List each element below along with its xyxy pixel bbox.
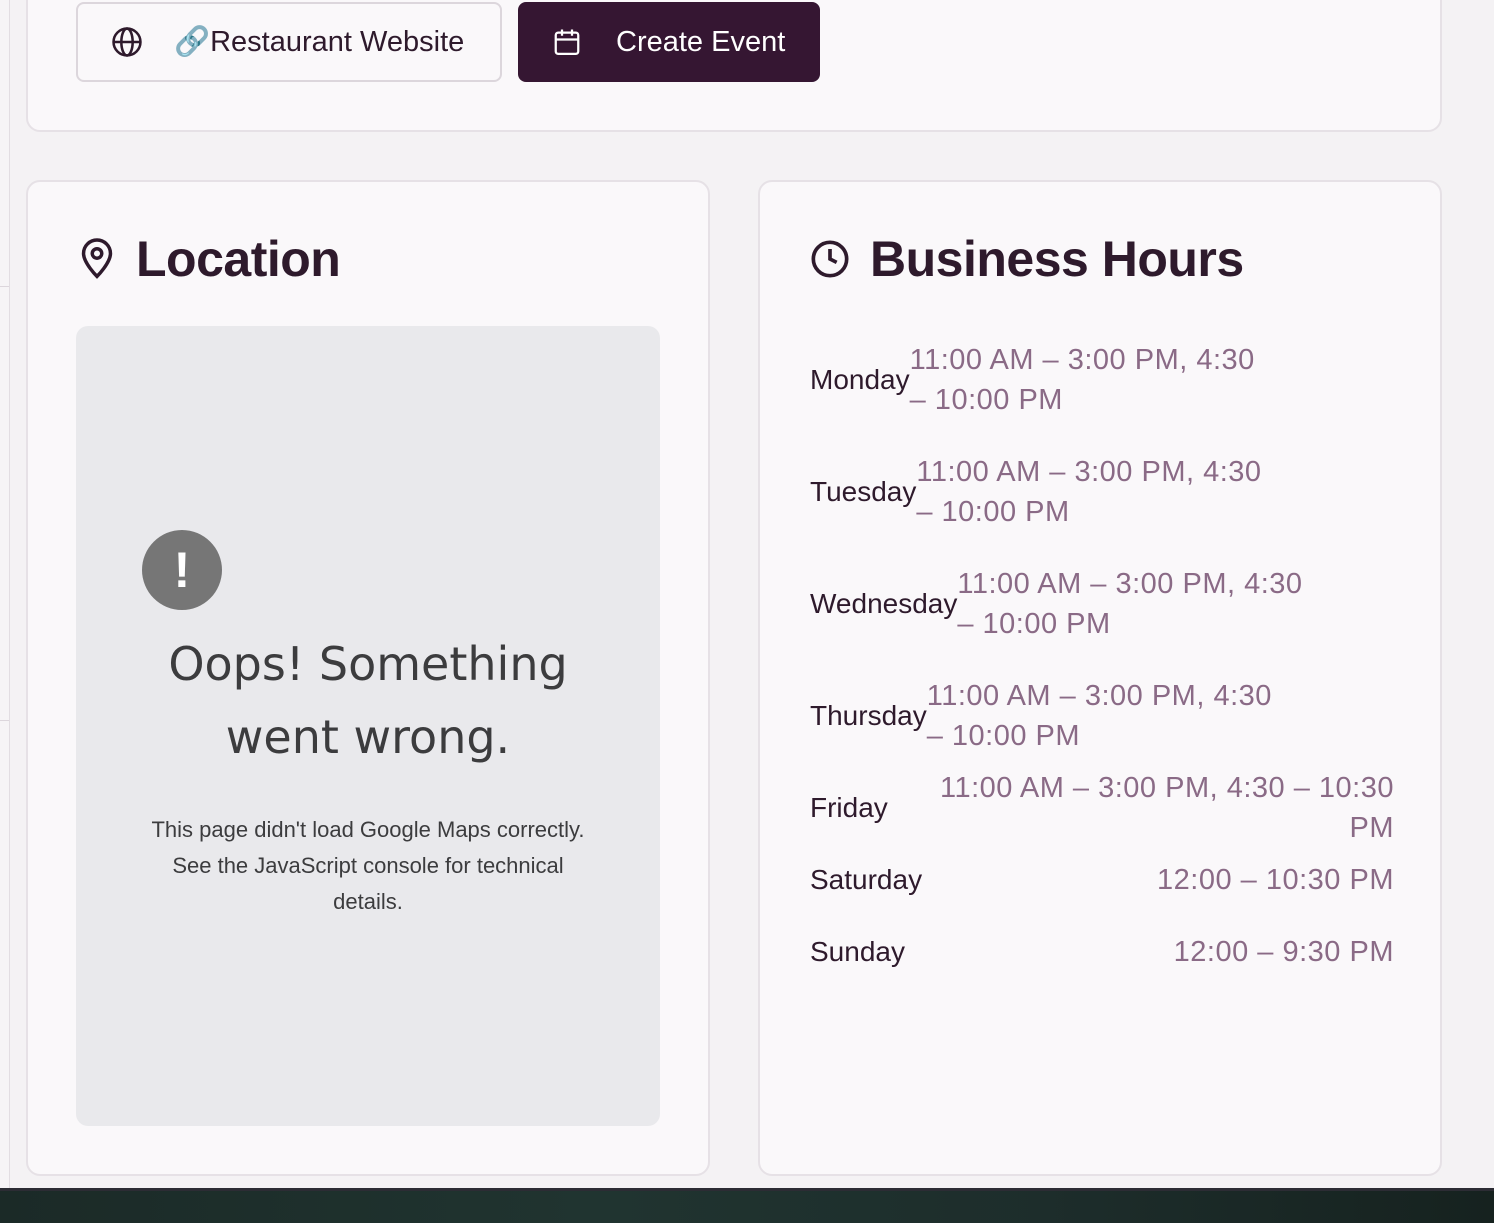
- create-event-button[interactable]: Create Event: [518, 2, 820, 82]
- hours-row-wednesday: Wednesday 11:00 AM – 3:00 PM, 4:30 – 10:…: [810, 564, 1394, 644]
- hours-row-monday: Monday 11:00 AM – 3:00 PM, 4:30 – 10:00 …: [810, 340, 1394, 420]
- map-embed[interactable]: ! Oops! Something went wrong. This page …: [76, 326, 660, 1126]
- globe-icon: [112, 27, 142, 57]
- time-range: 11:00 AM – 3:00 PM, 4:30 – 10:00 PM: [957, 568, 1303, 640]
- exclamation-icon: !: [142, 530, 222, 610]
- footer-strip: [0, 1188, 1494, 1223]
- hours-row-saturday: Saturday 12:00 – 10:30 PM: [810, 860, 1394, 900]
- day-label: Sunday: [810, 936, 905, 967]
- map-pin-icon: [81, 238, 113, 279]
- hours-row-friday: Friday 11:00 AM – 3:00 PM, 4:30 – 10:30 …: [810, 772, 1394, 844]
- business-hours-card: Business Hours Monday 11:00 AM – 3:00 PM…: [758, 180, 1442, 1176]
- rail-divider: [0, 286, 9, 287]
- hours-list: Monday 11:00 AM – 3:00 PM, 4:30 – 10:00 …: [810, 340, 1394, 1004]
- day-label: Tuesday: [810, 476, 917, 507]
- restaurant-website-button[interactable]: 🔗Restaurant Website: [76, 2, 502, 82]
- time-range: 11:00 AM – 3:00 PM, 4:30 – 10:00 PM: [909, 344, 1255, 416]
- rail-divider: [0, 720, 9, 721]
- day-label: Monday: [810, 364, 910, 395]
- map-error-message: This page didn't load Google Maps correc…: [151, 817, 585, 914]
- location-heading: Location: [78, 230, 341, 288]
- create-event-label: Create Event: [616, 25, 786, 58]
- restaurant-website-label: 🔗Restaurant Website: [174, 26, 465, 58]
- hours-row-thursday: Thursday 11:00 AM – 3:00 PM, 4:30 – 10:0…: [810, 676, 1394, 756]
- location-card: Location ! Oops! Something went wrong. T…: [26, 180, 710, 1176]
- hours-row-sunday: Sunday 12:00 – 9:30 PM: [810, 932, 1394, 972]
- time-range: 11:00 AM – 3:00 PM, 4:30 – 10:00 PM: [926, 680, 1272, 752]
- time-range: 11:00 AM – 3:00 PM, 4:30 – 10:00 PM: [916, 456, 1262, 528]
- time-range: 12:00 – 10:30 PM: [1157, 864, 1394, 896]
- day-label: Wednesday: [810, 588, 958, 619]
- day-label: Friday: [810, 792, 888, 823]
- location-title: Location: [136, 231, 341, 287]
- business-hours-title: Business Hours: [870, 231, 1244, 287]
- day-label: Saturday: [810, 864, 923, 895]
- time-range: 12:00 – 9:30 PM: [1173, 936, 1394, 968]
- hours-row-tuesday: Tuesday 11:00 AM – 3:00 PM, 4:30 – 10:00…: [810, 452, 1394, 532]
- business-hours-heading: Business Hours: [810, 230, 1244, 288]
- clock-icon: [811, 240, 849, 278]
- calendar-icon: [554, 29, 580, 55]
- left-rail: [0, 0, 10, 1190]
- time-range: 11:00 AM – 3:00 PM, 4:30 – 10:30 PM: [940, 772, 1394, 844]
- map-error-title: Oops! Something went wrong.: [168, 637, 568, 764]
- day-label: Thursday: [810, 700, 927, 731]
